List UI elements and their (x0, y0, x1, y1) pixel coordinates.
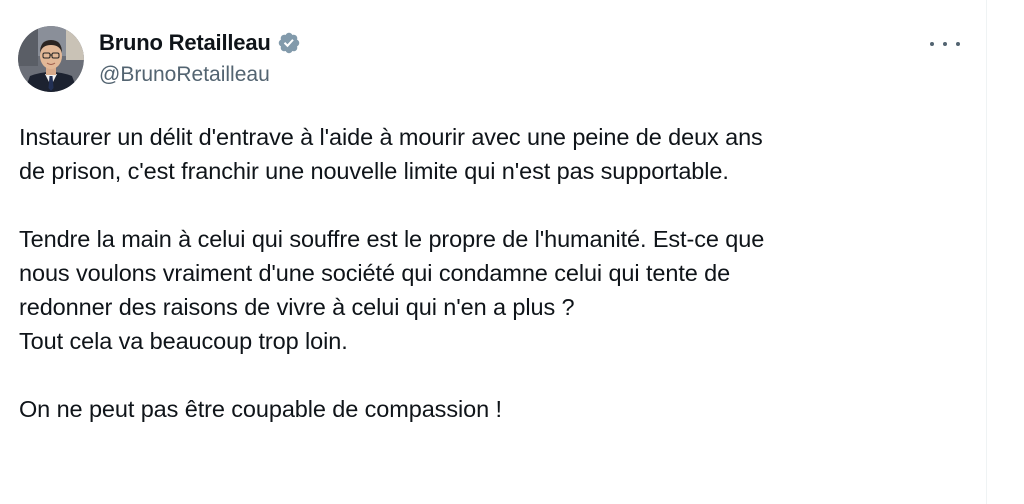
author-names: Bruno Retailleau @BrunoRetailleau (99, 26, 301, 90)
tweet-text-line: de prison, c'est franchir une nouvelle l… (19, 158, 729, 184)
more-dot (930, 42, 934, 46)
tweet-text-line: nous voulons vraiment d'une société qui … (19, 260, 731, 286)
avatar[interactable] (18, 26, 84, 92)
tweet-text-line: Tendre la main à celui qui souffre est l… (19, 226, 765, 252)
author-name-row: Bruno Retailleau (99, 26, 301, 60)
verified-badge-icon[interactable] (277, 31, 301, 55)
tweet-card: Bruno Retailleau @BrunoRetailleau Instau… (0, 0, 987, 504)
more-dot (956, 42, 960, 46)
tweet-text-line: Instaurer un délit d'entrave à l'aide à … (19, 124, 763, 150)
avatar-photo-icon (18, 26, 84, 92)
more-dot (943, 42, 947, 46)
tweet-text: Instaurer un délit d'entrave à l'aide à … (19, 120, 959, 426)
more-options-icon[interactable] (930, 34, 960, 54)
tweet-text-line: Tout cela va beaucoup trop loin. (19, 328, 348, 354)
tweet-text-line: On ne peut pas être coupable de compassi… (19, 396, 502, 422)
author-display-name[interactable]: Bruno Retailleau (99, 30, 271, 56)
author-handle[interactable]: @BrunoRetailleau (99, 60, 301, 90)
tweet-header: Bruno Retailleau @BrunoRetailleau (18, 26, 301, 96)
tweet-text-line: redonner des raisons de vivre à celui qu… (19, 294, 575, 320)
